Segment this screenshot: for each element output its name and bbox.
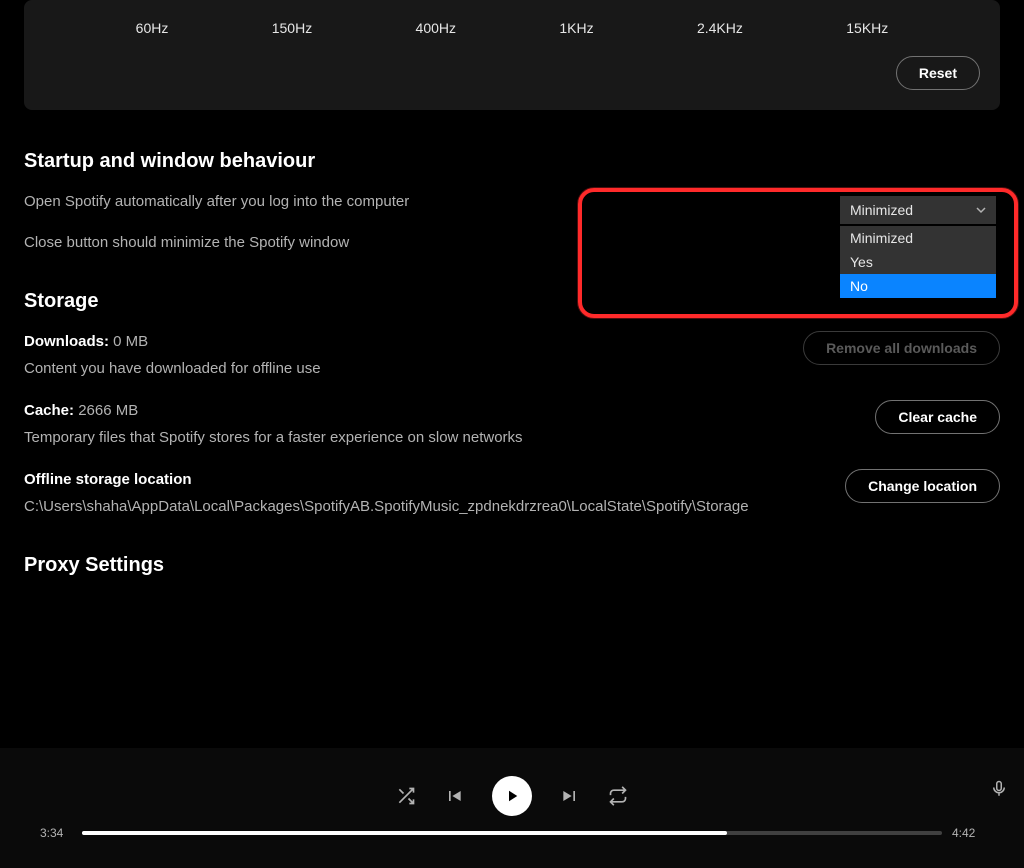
elapsed-time: 3:34: [40, 826, 72, 840]
dropdown-option-yes[interactable]: Yes: [840, 250, 996, 274]
startup-autostart-dropdown[interactable]: Minimized Minimized Yes No: [840, 196, 996, 298]
offline-storage-text: Offline storage location C:\Users\shaha\…: [24, 469, 674, 518]
eq-band-150hz: 150Hz: [272, 20, 312, 36]
storage-section: Storage Downloads: 0 MB Content you have…: [24, 290, 1000, 518]
dropdown-option-minimized[interactable]: Minimized: [840, 226, 996, 250]
cache-text: Cache: 2666 MB Temporary files that Spot…: [24, 400, 523, 449]
dropdown-selected-label: Minimized: [850, 202, 913, 218]
chevron-down-icon: [976, 205, 986, 215]
dropdown-option-no[interactable]: No: [840, 274, 996, 298]
proxy-title: Proxy Settings: [24, 554, 1000, 577]
previous-track-button[interactable]: [444, 786, 464, 806]
shuffle-icon: [396, 786, 416, 806]
eq-band-2-4khz: 2.4KHz: [697, 20, 743, 36]
dropdown-selected[interactable]: Minimized: [840, 196, 996, 224]
shuffle-button[interactable]: [396, 786, 416, 806]
cache-label: Cache:: [24, 402, 74, 419]
open-spotify-auto-label: Open Spotify automatically after you log…: [24, 191, 409, 214]
eq-band-15khz: 15KHz: [846, 20, 888, 36]
downloads-value: 0 MB: [113, 333, 148, 350]
cache-value: 2666 MB: [78, 402, 138, 419]
eq-band-400hz: 400Hz: [416, 20, 456, 36]
repeat-icon: [608, 786, 628, 806]
play-button[interactable]: [492, 776, 532, 816]
progress-fill: [82, 831, 727, 835]
equalizer-band-labels: 60Hz 150Hz 400Hz 1KHz 2.4KHz 15KHz: [24, 20, 1000, 36]
play-icon: [503, 787, 521, 805]
lyrics-button[interactable]: [990, 780, 1008, 798]
repeat-button[interactable]: [608, 786, 628, 806]
startup-title: Startup and window behaviour: [24, 150, 1000, 173]
change-location-button[interactable]: Change location: [845, 469, 1000, 503]
proxy-section: Proxy Settings: [24, 554, 1000, 577]
eq-band-60hz: 60Hz: [136, 20, 169, 36]
downloads-desc: Content you have downloaded for offline …: [24, 358, 321, 381]
remove-all-downloads-button[interactable]: Remove all downloads: [803, 331, 1000, 365]
equalizer-panel: 60Hz 150Hz 400Hz 1KHz 2.4KHz 15KHz Reset: [24, 0, 1000, 110]
next-icon: [560, 786, 580, 806]
downloads-label: Downloads:: [24, 333, 109, 350]
downloads-text: Downloads: 0 MB Content you have downloa…: [24, 331, 321, 380]
cache-desc: Temporary files that Spotify stores for …: [24, 427, 523, 450]
dropdown-options-list: Minimized Yes No: [840, 226, 996, 298]
offline-storage-label: Offline storage location: [24, 469, 674, 492]
progress-slider[interactable]: [82, 831, 942, 835]
offline-storage-path: C:\Users\shaha\AppData\Local\Packages\Sp…: [24, 498, 749, 515]
reset-button[interactable]: Reset: [896, 56, 980, 90]
close-minimize-label: Close button should minimize the Spotify…: [24, 232, 349, 255]
microphone-icon: [990, 780, 1008, 798]
total-time: 4:42: [952, 826, 984, 840]
player-bar: 3:34 4:42: [0, 748, 1024, 868]
previous-icon: [444, 786, 464, 806]
eq-band-1khz: 1KHz: [559, 20, 593, 36]
clear-cache-button[interactable]: Clear cache: [875, 400, 1000, 434]
next-track-button[interactable]: [560, 786, 580, 806]
